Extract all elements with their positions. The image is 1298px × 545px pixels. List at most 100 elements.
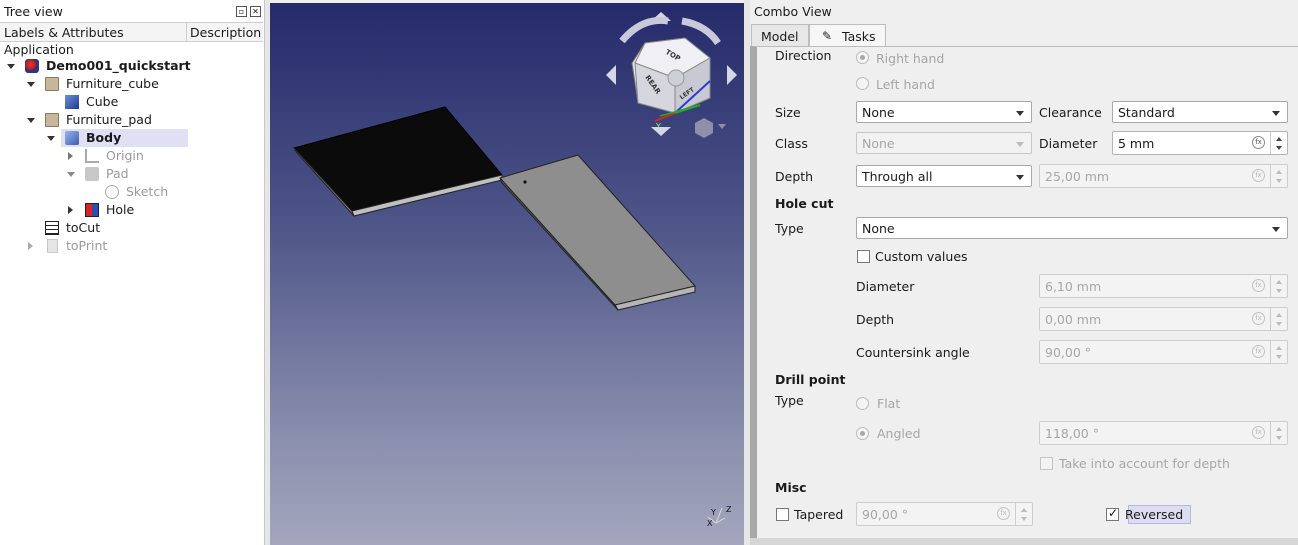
class-select[interactable]: None [856,132,1032,154]
spin-down-icon[interactable] [1276,322,1282,326]
nav-arrow-right-icon[interactable] [727,65,737,85]
tree-item-furniture-pad[interactable]: Furniture_pad [0,111,263,129]
spin-down-icon[interactable] [1276,355,1282,359]
expression-icon[interactable]: fx [1252,279,1265,292]
take-into-account-label: Take into account for depth [1059,456,1230,471]
spin-up-icon[interactable] [1276,346,1282,350]
countersink-angle-label: Countersink angle [856,345,970,360]
tree-item-toprint[interactable]: toPrint [0,237,263,255]
chevron-down-icon [1272,227,1280,232]
labels-column-header[interactable]: Labels & Attributes [4,25,124,40]
direction-label: Direction [775,48,832,63]
tree-view-title: Tree view [4,4,63,19]
hole-cut-diameter-spinbox[interactable]: 6,10 mm fx [1039,274,1288,298]
spin-down-icon[interactable] [1276,179,1282,183]
chevron-down-icon [1016,142,1024,147]
3d-scene[interactable]: TOP REAR LEFT Y X Y Z [270,3,744,545]
collapse-arrow-icon[interactable] [27,118,35,123]
cube-icon [65,95,79,109]
spin-up-icon[interactable] [1021,508,1027,512]
tree-item-origin[interactable]: Origin [0,147,263,165]
expression-icon[interactable]: fx [997,507,1010,520]
pad-icon [85,167,99,181]
tree-item-furniture-cube[interactable]: Furniture_cube [0,75,263,93]
grey-plate[interactable] [499,154,696,306]
close-panel-icon[interactable]: ✕ [250,6,261,17]
tree-item-tocut[interactable]: toCut [0,219,263,237]
countersink-angle-spinbox[interactable]: 90,00 ° fx [1039,340,1288,364]
expression-icon[interactable]: fx [1252,136,1265,149]
hole-cut-depth-spinbox[interactable]: 0,00 mm fx [1039,307,1288,331]
take-into-account-checkbox[interactable] [1040,457,1053,470]
drill-angle-spinbox[interactable]: 118,00 ° fx [1039,421,1288,445]
reversed-checkbox[interactable]: ✓ [1106,506,1119,521]
clearance-select[interactable]: Standard [1112,101,1288,123]
expand-arrow-icon[interactable] [68,206,73,214]
nav-arrow-down-icon[interactable] [651,127,671,136]
origin-icon [85,149,99,163]
hole-cut-type-label: Type [775,221,804,236]
expression-icon[interactable]: fx [1252,426,1265,439]
expression-icon[interactable]: fx [1252,169,1265,182]
tree-item-pad[interactable]: Pad [0,165,263,183]
tab-model[interactable]: Model [751,24,809,46]
3d-viewport[interactable]: TOP REAR LEFT Y X Y Z [270,3,744,545]
right-hand-radio[interactable] [856,51,869,64]
depth-spinbox[interactable]: 25,00 mm fx [1039,164,1288,188]
corner-axis-indicator: X Y Z [707,505,732,528]
navcube-menu-arrow-icon[interactable] [718,124,726,129]
depth-type-select[interactable]: Through all [856,165,1032,187]
left-hand-radio[interactable] [856,77,869,90]
collapse-arrow-icon[interactable] [7,64,15,69]
collapse-arrow-icon[interactable] [27,82,35,87]
collapse-arrow-icon[interactable] [67,172,75,177]
angled-radio[interactable] [856,427,869,440]
tree-item-cube[interactable]: Cube [0,93,263,111]
spin-up-icon[interactable] [1276,427,1282,431]
expression-icon[interactable]: fx [1252,312,1265,325]
page-icon [47,239,58,253]
expand-arrow-icon[interactable] [68,152,73,160]
expression-icon[interactable]: fx [1252,345,1265,358]
left-hand-label: Left hand [876,77,935,92]
spin-down-icon[interactable] [1276,289,1282,293]
float-panel-icon[interactable]: ▫ [236,6,247,17]
hole-cut-type-select[interactable]: None [856,217,1288,239]
collapse-arrow-icon[interactable] [47,136,55,141]
spin-down-icon[interactable] [1276,436,1282,440]
black-plate[interactable] [293,106,503,212]
navcube-menu-cube-icon[interactable] [695,118,713,138]
tree-item-body[interactable]: Body [0,129,263,147]
tab-tasks[interactable]: ✎ Tasks [809,24,886,47]
expand-arrow-icon[interactable] [28,242,33,250]
flat-radio[interactable] [856,397,869,410]
rotate-left-icon[interactable] [619,16,669,44]
tapered-checkbox[interactable] [776,508,789,521]
spin-up-icon[interactable] [1276,313,1282,317]
spin-up-icon[interactable] [1276,170,1282,174]
spin-up-icon[interactable] [1276,137,1282,141]
navigation-cube[interactable]: TOP REAR LEFT Y [606,12,737,138]
tree-root-application: Application [4,42,74,57]
tree-item-demo001[interactable]: Demo001_quickstart [0,57,263,75]
size-select[interactable]: None [856,101,1032,123]
combo-view-panel: Combo View Model ✎ Tasks Direction Right… [750,0,1298,545]
custom-values-checkbox[interactable] [857,250,870,263]
spin-up-icon[interactable] [1276,280,1282,284]
size-label: Size [775,105,801,120]
combo-view-title: Combo View [754,4,832,19]
nav-arrow-left-icon[interactable] [606,65,616,85]
diameter-label: Diameter [1039,136,1098,151]
horizontal-scrollbar[interactable] [750,538,1298,545]
tree-item-hole[interactable]: Hole [0,201,263,219]
description-column-header[interactable]: Description [190,25,261,40]
svg-text:X: X [707,519,713,528]
diameter-spinbox[interactable]: 5 mm fx [1112,131,1288,155]
svg-text:Z: Z [726,505,732,514]
flat-label: Flat [877,396,901,411]
folder-icon [45,77,59,91]
tree-item-sketch[interactable]: Sketch [0,183,263,201]
spin-down-icon[interactable] [1021,517,1027,521]
tapered-angle-spinbox[interactable]: 90,00 ° fx [856,502,1033,526]
spin-down-icon[interactable] [1276,146,1282,150]
